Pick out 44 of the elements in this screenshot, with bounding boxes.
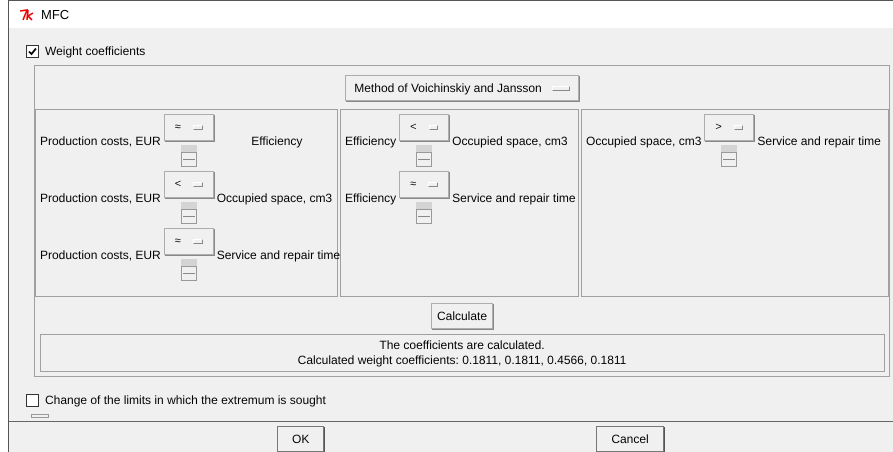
scale-icon [180,202,197,224]
criterion-label: Production costs, EUR [40,132,162,150]
method-menu[interactable]: Method of Voichinskiy and Jansson [345,75,579,101]
dialog-button[interactable]: Cancel [596,426,664,452]
dialog-button[interactable]: OK [277,426,324,452]
app-logo-icon [19,8,35,20]
criterion-label: Occupied space, cm3 [451,132,568,150]
criterion-label: Efficiency [250,132,304,150]
scale-icon [721,145,738,167]
indicator-icon [734,125,744,130]
indicator-icon [428,182,438,187]
relation-menu[interactable]: ≈ [399,171,450,198]
checkbox-label: Change of the limits in which the extremum is sought [45,392,326,409]
criterion-label: Production costs, EUR [40,246,162,264]
indicator-icon [428,125,438,130]
indicator-icon [193,182,203,187]
criterion-label: Service and repair time [216,246,340,264]
indicator-icon [192,239,203,244]
scale-icon [180,259,197,281]
result-text: Calculated weight coefficients: 0.1811, 0.1811, 0.4566, 0.1811 [298,353,626,368]
relation-menu[interactable]: > [704,114,754,141]
calculate-button[interactable]: Calculate [430,303,494,329]
scale-icon [180,145,197,167]
criterion-label: Occupied space, cm3 [586,132,702,150]
checkbox[interactable] [26,44,39,58]
criterion-label: Efficiency [345,132,398,150]
collapsed-frame [31,414,49,418]
criterion-label: Production costs, EUR [40,190,162,206]
checkbox-label: Weight coefficients [45,43,146,60]
window-title: MFC [41,6,70,24]
relation-menu[interactable]: < [164,171,214,198]
indicator-icon [192,125,203,130]
indicator-icon [552,86,570,90]
criterion-label: Occupied space, cm3 [216,190,332,206]
criterion-label: Service and repair time [451,190,576,206]
criterion-label: Service and repair time [756,132,881,150]
relation-menu[interactable]: < [399,114,450,141]
result-text: The coefficients are calculated. [379,338,545,353]
relation-menu[interactable]: ≈ [164,228,214,255]
scale-icon [416,145,432,167]
scale-icon [416,202,432,224]
relation-menu[interactable]: ≈ [164,114,214,141]
criterion-label: Efficiency [345,190,398,206]
checkbox[interactable] [26,394,39,406]
